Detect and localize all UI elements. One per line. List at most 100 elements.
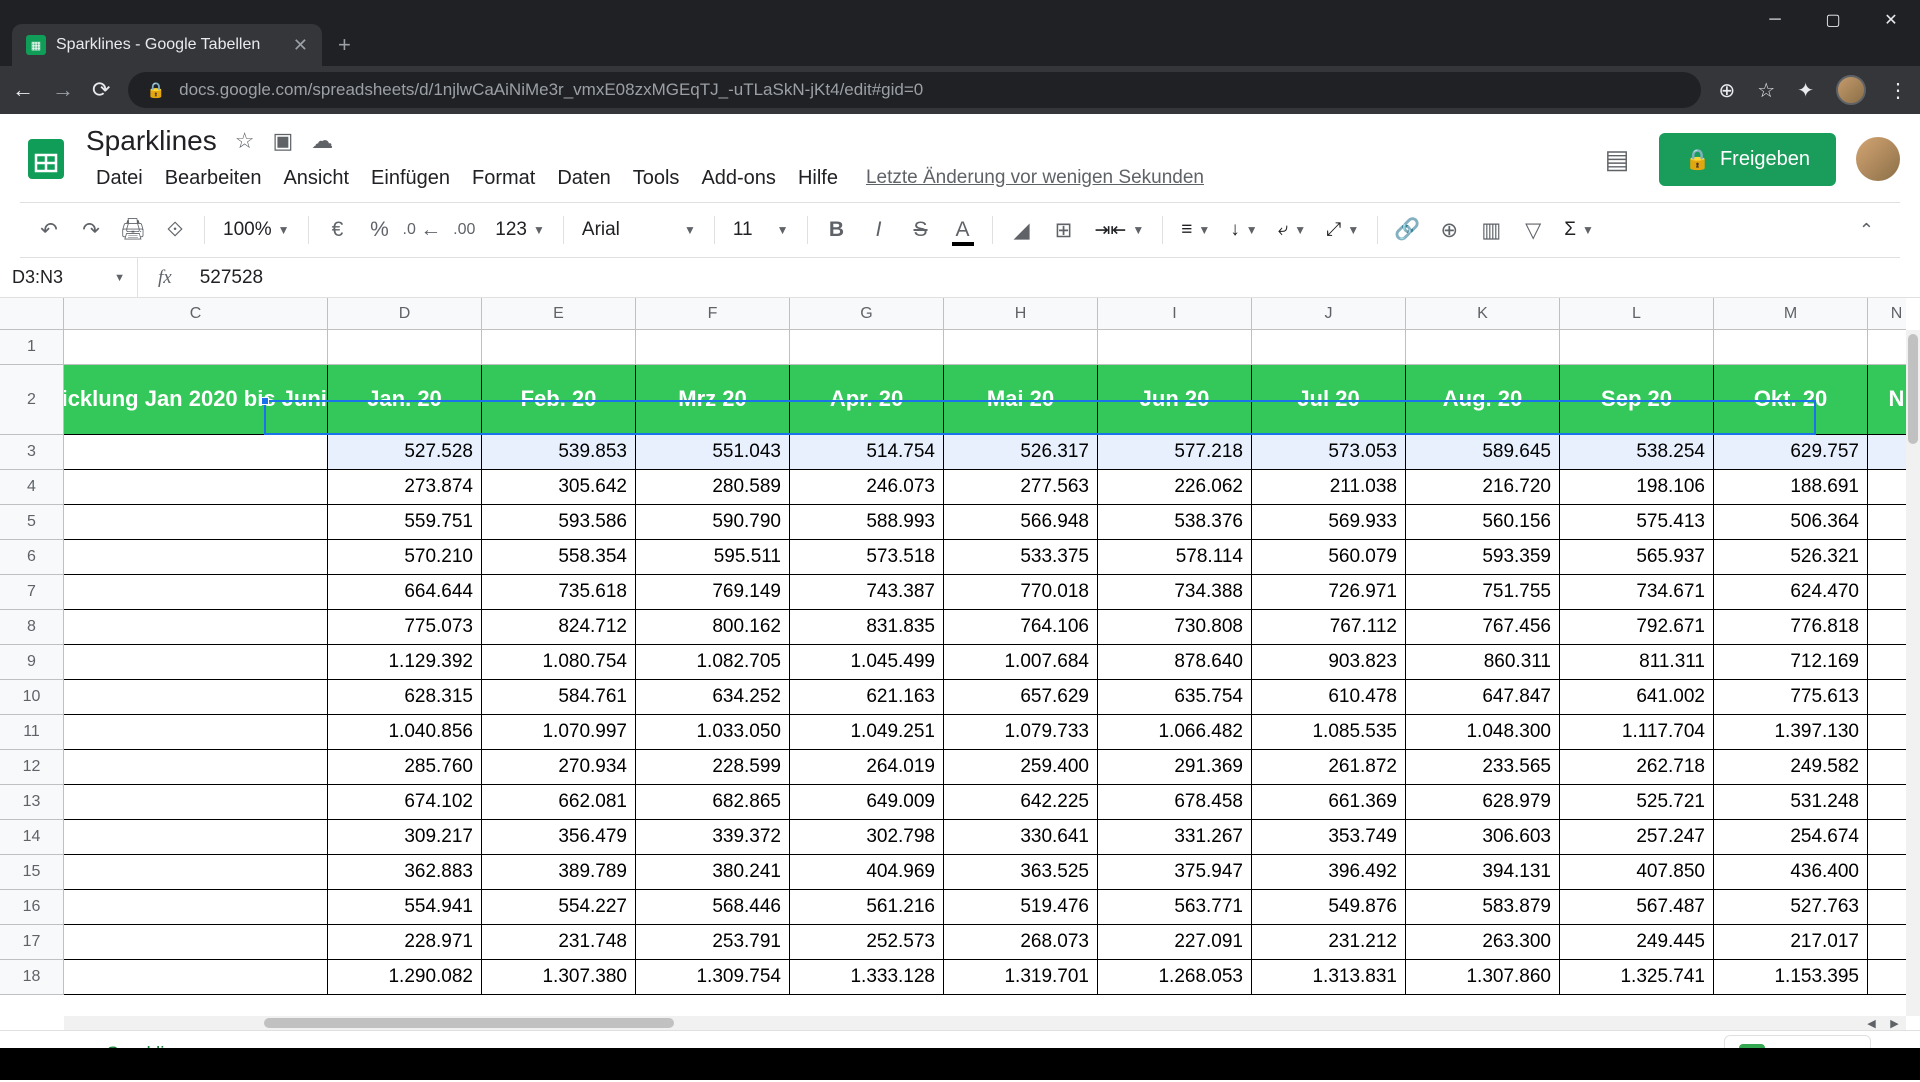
cell[interactable]: 642.225 (944, 785, 1098, 820)
comments-button[interactable]: ▤ (1595, 137, 1639, 181)
cell[interactable]: 770.018 (944, 575, 1098, 610)
star-icon[interactable]: ☆ (235, 128, 255, 154)
cell[interactable]: Feb. 20 (482, 365, 636, 435)
cell[interactable]: 811.311 (1560, 645, 1714, 680)
cell[interactable] (64, 785, 328, 820)
cell[interactable]: 538.254 (1560, 435, 1714, 470)
col-header-L[interactable]: L (1560, 298, 1714, 329)
cell[interactable]: 246.073 (790, 470, 944, 505)
cell[interactable]: 878.640 (1098, 645, 1252, 680)
cell[interactable]: 353.749 (1252, 820, 1406, 855)
cell[interactable]: 734.671 (1560, 575, 1714, 610)
select-all-corner[interactable] (0, 298, 64, 330)
cell[interactable]: 1.033.050 (636, 715, 790, 750)
paint-format-button[interactable]: ⟐ (156, 211, 194, 249)
cell[interactable]: 380.241 (636, 855, 790, 890)
cell[interactable]: 554.227 (482, 890, 636, 925)
cell[interactable]: 331.267 (1098, 820, 1252, 855)
cell[interactable]: 211.038 (1252, 470, 1406, 505)
h-align-button[interactable]: ≡▼ (1173, 219, 1218, 241)
cell[interactable]: 188.691 (1714, 470, 1868, 505)
cell[interactable]: 249.445 (1560, 925, 1714, 960)
cell[interactable] (64, 575, 328, 610)
increase-decimal-button[interactable]: .00 (445, 211, 483, 249)
cell[interactable]: 1.307.860 (1406, 960, 1560, 995)
cell[interactable] (636, 330, 790, 365)
cell[interactable]: 233.565 (1406, 750, 1560, 785)
document-title[interactable]: Sparklines (86, 125, 217, 157)
cell[interactable]: 253.791 (636, 925, 790, 960)
cell[interactable]: 264.019 (790, 750, 944, 785)
cell[interactable] (64, 890, 328, 925)
cell[interactable]: 1.066.482 (1098, 715, 1252, 750)
cell[interactable] (64, 505, 328, 540)
cell[interactable]: 506.364 (1714, 505, 1868, 540)
cell[interactable]: 664.644 (328, 575, 482, 610)
functions-button[interactable]: Σ▼ (1556, 219, 1602, 241)
share-button[interactable]: 🔒 Freigeben (1659, 133, 1836, 186)
menu-format[interactable]: Format (462, 163, 545, 194)
last-edit-link[interactable]: Letzte Änderung vor wenigen Sekunden (866, 167, 1204, 189)
undo-button[interactable]: ↶ (30, 211, 68, 249)
cell[interactable] (482, 330, 636, 365)
row-header-1[interactable]: 1 (0, 330, 63, 365)
chrome-menu-icon[interactable]: ⋮ (1888, 78, 1908, 103)
cell[interactable]: 527.528 (328, 435, 482, 470)
cell[interactable]: 577.218 (1098, 435, 1252, 470)
profile-avatar[interactable] (1836, 75, 1866, 105)
cell[interactable]: 573.053 (1252, 435, 1406, 470)
cell[interactable]: 257.247 (1560, 820, 1714, 855)
cell[interactable]: 228.971 (328, 925, 482, 960)
row-header-16[interactable]: 16 (0, 890, 63, 925)
cell[interactable]: 389.789 (482, 855, 636, 890)
cell[interactable]: 533.375 (944, 540, 1098, 575)
merge-cells-button[interactable]: ⇥⇤▼ (1087, 219, 1153, 242)
cell[interactable]: 302.798 (790, 820, 944, 855)
url-field[interactable]: 🔒 docs.google.com/spreadsheets/d/1njlwCa… (128, 72, 1700, 108)
col-header-I[interactable]: I (1098, 298, 1252, 329)
cell[interactable]: 249.582 (1714, 750, 1868, 785)
cell[interactable]: 330.641 (944, 820, 1098, 855)
cell[interactable] (64, 330, 328, 365)
cell[interactable]: 231.748 (482, 925, 636, 960)
cell[interactable]: 1.045.499 (790, 645, 944, 680)
name-box[interactable]: D3:N3▼ (0, 258, 138, 297)
zoom-icon[interactable]: ⊕ (1719, 78, 1736, 103)
row-header-2[interactable]: 2 (0, 365, 63, 435)
cell[interactable]: 593.359 (1406, 540, 1560, 575)
cell[interactable]: 674.102 (328, 785, 482, 820)
col-header-F[interactable]: F (636, 298, 790, 329)
cell[interactable]: 404.969 (790, 855, 944, 890)
cell[interactable]: 583.879 (1406, 890, 1560, 925)
cell[interactable]: Jul 20 (1252, 365, 1406, 435)
cell[interactable]: 1.082.705 (636, 645, 790, 680)
cell[interactable] (790, 330, 944, 365)
cell[interactable]: 769.149 (636, 575, 790, 610)
col-header-C[interactable]: C (64, 298, 328, 329)
cell[interactable]: 254.674 (1714, 820, 1868, 855)
cell[interactable]: 407.850 (1560, 855, 1714, 890)
cell[interactable]: 252.573 (790, 925, 944, 960)
formula-input[interactable]: 527528 (192, 267, 1920, 289)
cell[interactable]: 231.212 (1252, 925, 1406, 960)
cell[interactable]: 309.217 (328, 820, 482, 855)
menu-add-ons[interactable]: Add-ons (691, 163, 786, 194)
cell[interactable]: 860.311 (1406, 645, 1560, 680)
currency-button[interactable]: € (319, 211, 357, 249)
cell[interactable]: 363.525 (944, 855, 1098, 890)
cell[interactable] (64, 540, 328, 575)
font-select[interactable]: Arial▼ (574, 219, 704, 241)
cell[interactable]: 595.511 (636, 540, 790, 575)
cell[interactable] (944, 330, 1098, 365)
row-header-8[interactable]: 8 (0, 610, 63, 645)
cell[interactable]: 1.117.704 (1560, 715, 1714, 750)
cell[interactable] (64, 610, 328, 645)
cell[interactable]: 285.760 (328, 750, 482, 785)
cell[interactable]: 662.081 (482, 785, 636, 820)
cell[interactable]: 775.613 (1714, 680, 1868, 715)
cell[interactable]: Apr. 20 (790, 365, 944, 435)
row-header-13[interactable]: 13 (0, 785, 63, 820)
cell[interactable] (1252, 330, 1406, 365)
cell[interactable]: 776.818 (1714, 610, 1868, 645)
comment-button[interactable]: ⊕ (1430, 211, 1468, 249)
